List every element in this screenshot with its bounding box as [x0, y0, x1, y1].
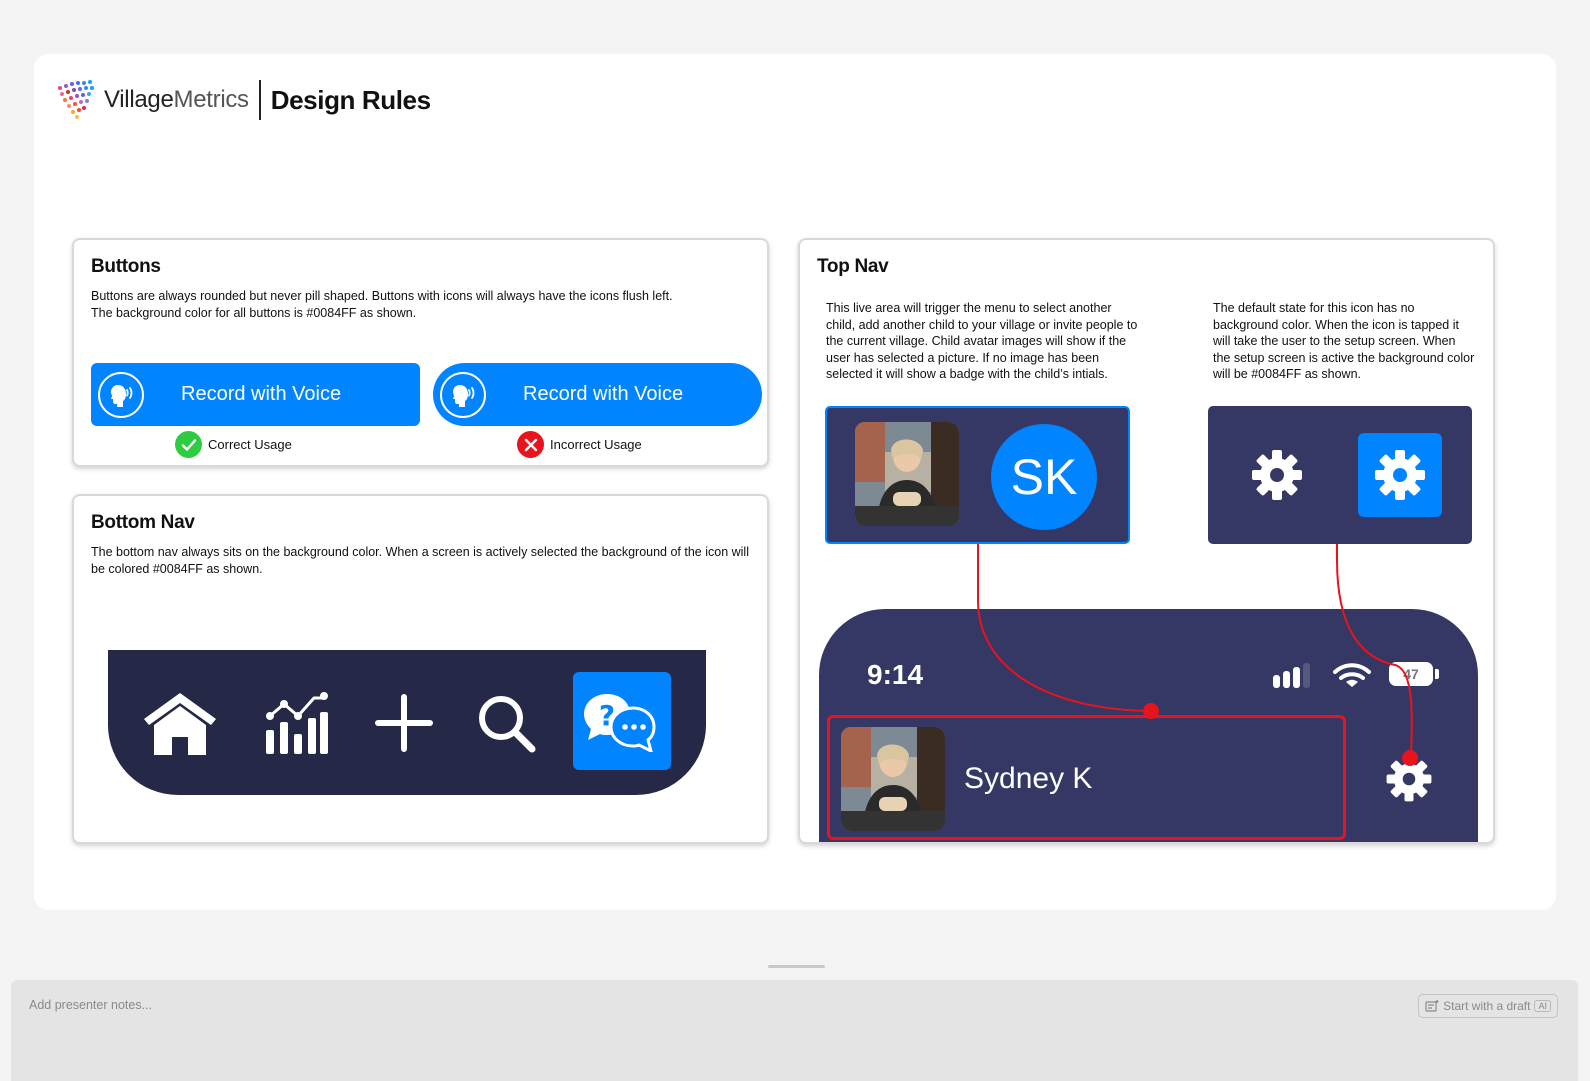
nav-analytics-icon[interactable] — [256, 683, 336, 763]
bottom-nav-bar: ? — [108, 650, 706, 795]
correct-usage-label: Correct Usage — [175, 431, 292, 458]
record-voice-button-label: Record with Voice — [523, 383, 684, 405]
settings-gear-icon-active — [1358, 433, 1442, 517]
battery-icon: 47 — [1389, 662, 1439, 686]
ai-badge: AI — [1534, 1000, 1551, 1012]
voice-speaking-icon — [98, 371, 144, 418]
top-nav-right-description: The default state for this icon has no b… — [1213, 301, 1475, 381]
settings-gear-icon[interactable] — [1383, 753, 1435, 805]
initials-badge: SK — [991, 424, 1097, 530]
top-nav-card: Top Nav This live area will trigger the … — [798, 238, 1495, 844]
cross-icon — [517, 431, 544, 458]
top-nav-left-description: This live area will trigger the menu to … — [826, 301, 1138, 381]
buttons-card-description: Buttons are always rounded but never pil… — [91, 289, 673, 320]
nav-search-icon[interactable] — [466, 683, 546, 763]
wifi-icon — [1333, 663, 1371, 694]
record-voice-button-incorrect[interactable]: Record with Voice — [433, 363, 762, 426]
presenter-notes-placeholder[interactable]: Add presenter notes... — [29, 998, 152, 1012]
header: VillageMetrics Design Rules — [54, 80, 431, 120]
check-icon — [175, 431, 202, 458]
top-nav-card-title: Top Nav — [817, 256, 889, 277]
record-voice-button-correct[interactable]: Record with Voice — [91, 363, 420, 426]
incorrect-usage-label: Incorrect Usage — [517, 431, 642, 458]
header-divider — [258, 80, 261, 120]
voice-speaking-icon — [440, 371, 486, 418]
child-avatar-photo — [841, 727, 945, 831]
draft-icon — [1425, 1000, 1439, 1012]
settings-variants-panel — [1208, 406, 1472, 544]
child-name: Sydney K — [964, 762, 1093, 795]
page-title: Design Rules — [270, 84, 431, 115]
nav-add-icon[interactable] — [364, 683, 444, 763]
child-avatar-photo — [855, 422, 959, 526]
phone-top-nav-mockup: 9:14 47 Sydney K — [819, 609, 1478, 842]
signal-icon — [1273, 663, 1313, 694]
nav-chat-help-icon[interactable]: ? — [573, 672, 671, 770]
status-time: 9:14 — [867, 659, 924, 690]
bottom-nav-card-description: The bottom nav always sits on the backgr… — [91, 545, 749, 576]
bottom-nav-card: Bottom Nav The bottom nav always sits on… — [72, 494, 769, 844]
nav-home-icon[interactable] — [140, 683, 220, 763]
record-voice-button-label: Record with Voice — [181, 383, 342, 405]
buttons-card-title: Buttons — [91, 256, 161, 277]
brand-name: VillageMetrics — [104, 86, 249, 113]
village-metrics-logo-icon — [58, 80, 94, 119]
notes-resize-handle[interactable] — [768, 965, 825, 968]
settings-gear-icon-default — [1248, 446, 1306, 504]
presenter-notes-panel[interactable]: Add presenter notes... Start with a draf… — [11, 980, 1578, 1081]
start-with-draft-button[interactable]: Start with a draft AI — [1418, 994, 1558, 1018]
buttons-card: Buttons Buttons are always rounded but n… — [72, 238, 769, 467]
bottom-nav-card-title: Bottom Nav — [91, 512, 195, 533]
child-selector[interactable]: Sydney K — [827, 715, 1346, 840]
slide-canvas: VillageMetrics Design Rules Buttons Butt… — [34, 54, 1556, 910]
avatar-variants-panel: SK — [825, 406, 1130, 544]
